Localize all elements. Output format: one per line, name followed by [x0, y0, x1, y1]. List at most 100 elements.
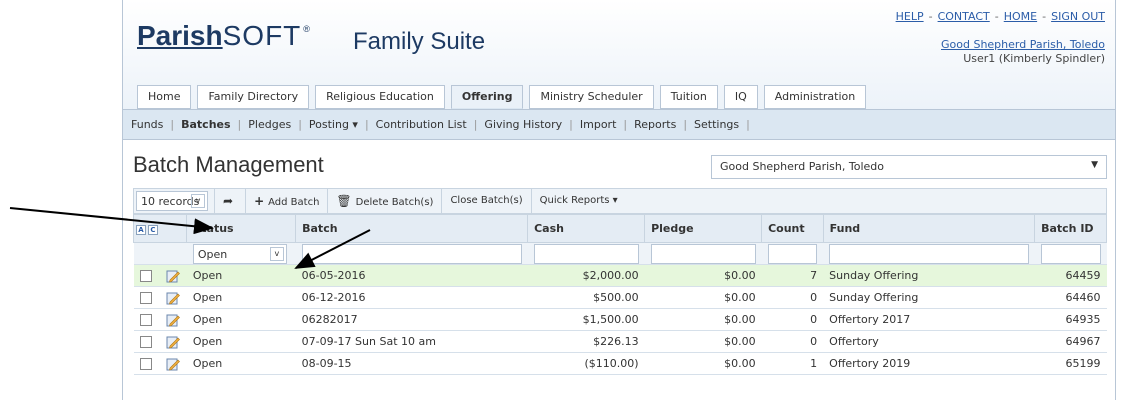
subnav-settings[interactable]: Settings	[694, 118, 739, 131]
count-filter-input[interactable]	[767, 243, 818, 264]
tab-offering[interactable]: Offering	[450, 85, 524, 109]
batch-id-cell: 64460	[1034, 286, 1107, 309]
column-header-count[interactable]: Count	[761, 214, 824, 243]
row-checkbox[interactable]	[139, 270, 152, 282]
row-select-cell	[133, 286, 161, 309]
logo-text-thin: SOFT	[222, 20, 302, 51]
parishsoft-logo[interactable]: ParishSOFT ®	[137, 20, 310, 52]
suite-title: Family Suite	[353, 28, 486, 55]
status-cell: Open	[186, 286, 296, 309]
column-header-fund[interactable]: Fund	[822, 214, 1036, 243]
fund-cell: Sunday Offering	[823, 286, 1035, 309]
status-filter-select[interactable]: Open v	[192, 243, 287, 264]
parish-select[interactable]: Good Shepherd Parish, Toledo ▼	[711, 155, 1107, 179]
batch-id-cell: 64935	[1034, 308, 1107, 331]
row-checkbox[interactable]	[139, 336, 152, 348]
status-cell: Open	[186, 308, 296, 331]
user-name: User1 (Kimberly Spindler)	[963, 52, 1105, 65]
cash-cell: $2,000.00	[527, 264, 645, 287]
row-select-cell	[133, 308, 161, 331]
tab-religious-education[interactable]: Religious Education	[315, 85, 445, 109]
cash-cell: ($110.00)	[527, 352, 645, 375]
column-header-batch-id[interactable]: Batch ID	[1034, 214, 1107, 243]
tab-tuition[interactable]: Tuition	[659, 85, 718, 109]
chevron-down-icon: v	[191, 194, 205, 208]
filter-spacer	[133, 242, 187, 265]
subnav-giving-history[interactable]: Giving History	[484, 118, 562, 131]
row-edit-cell	[160, 286, 187, 309]
cash-cell: $1,500.00	[527, 308, 645, 331]
batch-cell: 07-09-17 Sun Sat 10 am	[295, 330, 528, 353]
header: ParishSOFT ® Family Suite HELP - CONTACT - HO…	[123, 0, 1115, 122]
edit-icon[interactable]	[166, 357, 181, 371]
fund-filter-input[interactable]	[829, 243, 1029, 264]
edit-icon[interactable]	[166, 335, 181, 349]
column-header-batch[interactable]: Batch	[295, 214, 529, 243]
help-link[interactable]: HELP	[896, 10, 924, 23]
subnav-posting[interactable]: Posting ▾	[309, 118, 358, 131]
contact-link[interactable]: CONTACT	[938, 10, 990, 23]
table-row[interactable]: Open 06-05-2016 $2,000.00 $0.00 7 Sunday…	[133, 264, 1107, 287]
batch-cell: 06-05-2016	[295, 264, 528, 287]
add-batch-button[interactable]: + Add Batch	[246, 189, 329, 213]
go-button[interactable]: ➦	[214, 189, 247, 213]
page: ParishSOFT ® Family Suite HELP - CONTACT - HO…	[122, 0, 1116, 400]
pledge-cell: $0.00	[644, 286, 762, 309]
tab-administration[interactable]: Administration	[763, 85, 867, 109]
table-row[interactable]: Open 07-09-17 Sun Sat 10 am $226.13 $0.0…	[133, 330, 1107, 353]
delete-batch-button[interactable]: 🗑 Delete Batch(s)	[328, 189, 443, 213]
subnav-import[interactable]: Import	[580, 118, 617, 131]
trash-icon: 🗑	[336, 194, 352, 208]
edit-icon[interactable]	[166, 291, 181, 305]
column-header-status[interactable]: Status	[186, 214, 297, 243]
table-row[interactable]: Open 08-09-15 ($110.00) $0.00 1 Offertor…	[133, 352, 1107, 375]
parish-name-link[interactable]: Good Shepherd Parish, Toledo	[941, 38, 1105, 51]
subnav-contribution-list[interactable]: Contribution List	[376, 118, 467, 131]
fund-filter-cell	[823, 242, 1035, 265]
tab-family-directory[interactable]: Family Directory	[197, 85, 310, 109]
status-filter-cell: Open v	[186, 242, 296, 265]
column-header-pledge[interactable]: Pledge	[644, 214, 763, 243]
edit-icon[interactable]	[166, 313, 181, 327]
grid-header-row: AC Status Batch Cash Pledge Count Fund B…	[132, 214, 1107, 243]
row-edit-cell	[160, 308, 187, 331]
count-cell: 0	[761, 330, 824, 353]
table-row[interactable]: Open 06282017 $1,500.00 $0.00 0 Offertor…	[133, 308, 1107, 331]
records-per-page-select[interactable]: 10 records v	[136, 191, 208, 211]
pledge-cell: $0.00	[644, 308, 762, 331]
sub-navigation: Funds | Batches | Pledges | Posting ▾ | Cont…	[123, 109, 1115, 140]
pledge-filter-input[interactable]	[650, 243, 756, 264]
batch-filter-cell	[295, 242, 528, 265]
quick-reports-button[interactable]: Quick Reports ▾	[532, 189, 626, 213]
batch-id-filter-input[interactable]	[1040, 243, 1101, 264]
close-batch-label: Close Batch(s)	[450, 195, 523, 206]
pledge-filter-cell	[644, 242, 762, 265]
row-checkbox[interactable]	[139, 314, 152, 326]
chevron-down-icon: v	[269, 246, 284, 261]
subnav-pledges[interactable]: Pledges	[248, 118, 291, 131]
expand-all-icon[interactable]: A	[136, 225, 146, 235]
count-filter-cell	[761, 242, 824, 265]
collapse-all-icon[interactable]: C	[148, 225, 158, 235]
row-checkbox[interactable]	[139, 292, 152, 304]
table-row[interactable]: Open 06-12-2016 $500.00 $0.00 0 Sunday O…	[133, 286, 1107, 309]
batch-cell: 08-09-15	[295, 352, 528, 375]
row-checkbox[interactable]	[139, 358, 152, 370]
page-title: Batch Management	[133, 152, 324, 177]
column-header-cash[interactable]: Cash	[527, 214, 646, 243]
cash-filter-input[interactable]	[533, 243, 639, 264]
home-link[interactable]: HOME	[1004, 10, 1037, 23]
batch-cell: 06282017	[295, 308, 528, 331]
tab-iq[interactable]: IQ	[723, 85, 758, 109]
cash-cell: $500.00	[527, 286, 645, 309]
row-select-cell	[133, 330, 161, 353]
subnav-batches[interactable]: Batches	[181, 118, 230, 131]
tab-ministry-scheduler[interactable]: Ministry Scheduler	[529, 85, 654, 109]
edit-icon[interactable]	[166, 269, 181, 283]
batch-filter-input[interactable]	[301, 243, 522, 264]
subnav-reports[interactable]: Reports	[634, 118, 676, 131]
sign-out-link[interactable]: SIGN OUT	[1051, 10, 1105, 23]
tab-home[interactable]: Home	[137, 85, 192, 109]
subnav-funds[interactable]: Funds	[131, 118, 163, 131]
close-batch-button[interactable]: Close Batch(s)	[442, 189, 532, 213]
